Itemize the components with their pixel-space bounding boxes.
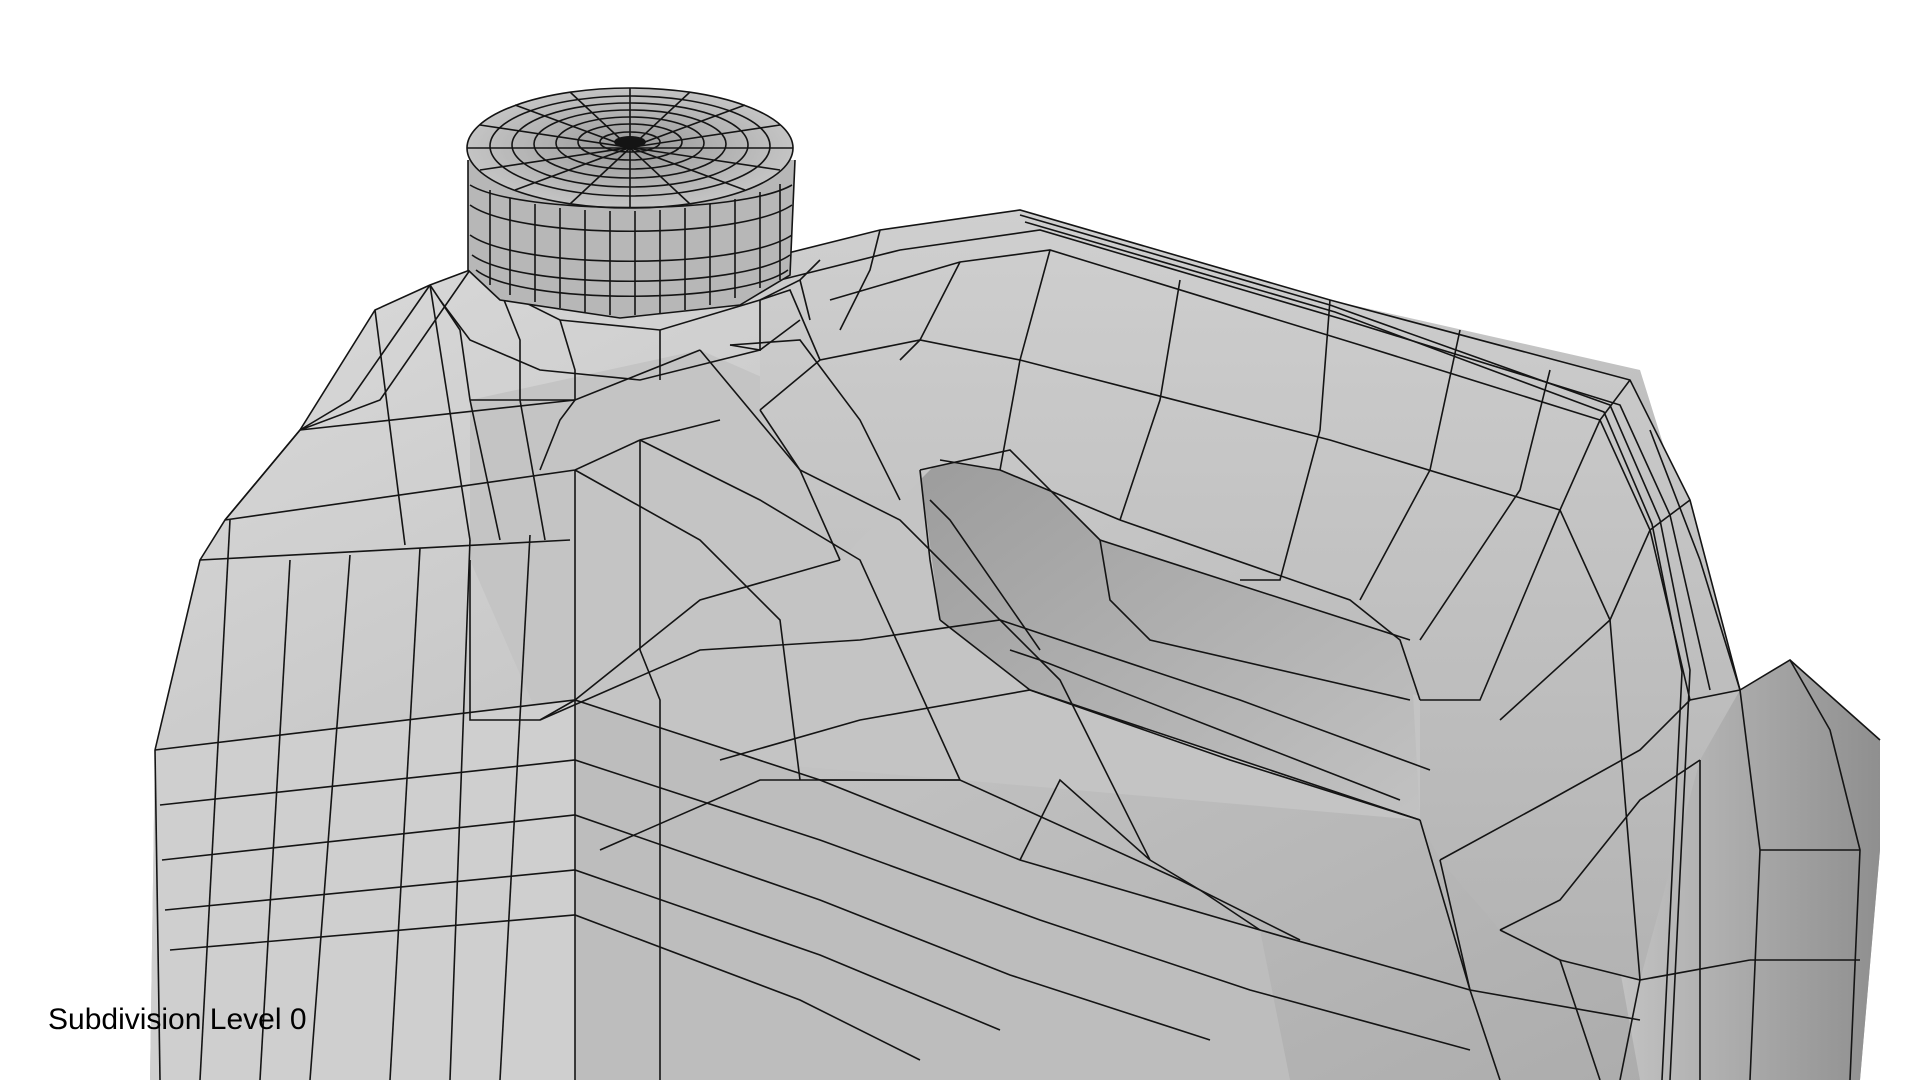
viewport: Subdivision Level 0 (0, 0, 1920, 1080)
jerrycan-body (150, 210, 1880, 1080)
mesh-render (150, 87, 1881, 1080)
subdivision-level-label: Subdivision Level 0 (48, 1003, 307, 1036)
cap (466, 87, 796, 319)
